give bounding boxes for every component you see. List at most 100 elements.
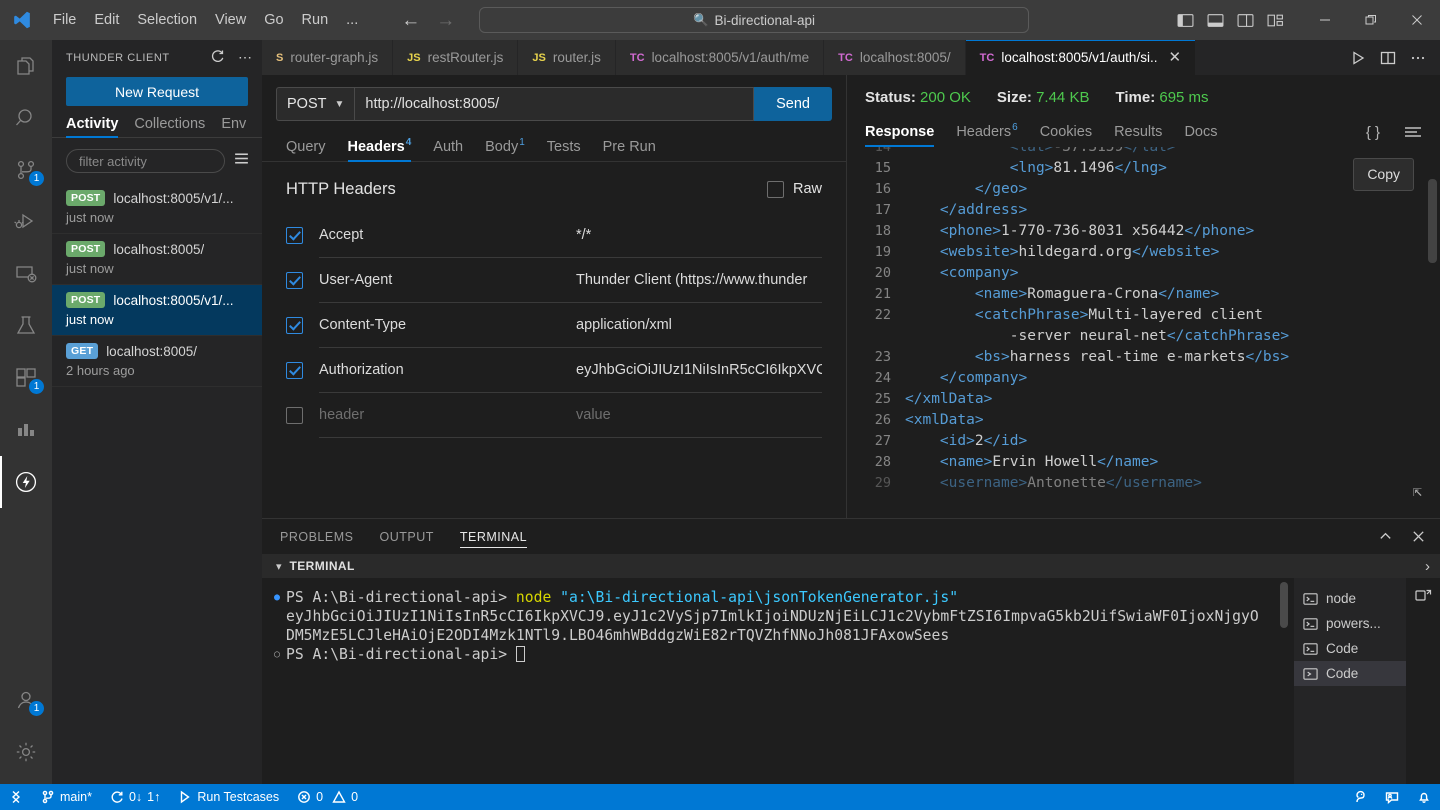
header-enabled-checkbox[interactable] [286, 361, 303, 379]
status-remote-indicator[interactable] [0, 784, 32, 810]
header-key-input[interactable]: User-Agent [319, 258, 562, 303]
toggle-primary-sidebar-icon[interactable] [1177, 12, 1194, 29]
terminal-shell-code-1[interactable]: Code [1294, 636, 1406, 661]
response-tab-cookies[interactable]: Cookies [1040, 124, 1092, 147]
activitybar-item-settings[interactable] [0, 726, 52, 778]
run-icon[interactable] [1350, 50, 1366, 66]
filter-lines-icon[interactable] [233, 150, 250, 172]
more-actions-icon[interactable]: ⋯ [234, 49, 256, 66]
activitybar-item-search[interactable] [0, 92, 52, 144]
status-squirrel[interactable] [1344, 790, 1376, 804]
activitybar-item-thunder-client[interactable] [0, 456, 52, 508]
request-tab-pre-run[interactable]: Pre Run [603, 139, 656, 162]
activitybar-item-remote-explorer[interactable] [0, 248, 52, 300]
braces-icon[interactable]: { } [1366, 124, 1380, 141]
header-key-input[interactable]: Content-Type [319, 303, 562, 348]
editor-tab-auth-signin[interactable]: TC localhost:8005/v1/auth/si.. ✕ [965, 40, 1196, 75]
sidebar-tab-activity[interactable]: Activity [66, 116, 119, 138]
activitybar-item-run-and-debug[interactable] [0, 196, 52, 248]
request-tab-headers[interactable]: Headers4 [347, 137, 411, 162]
list-item[interactable]: POST localhost:8005/ just now [52, 234, 262, 285]
header-value-input[interactable]: */* [562, 213, 822, 258]
copy-button[interactable]: Copy [1353, 157, 1414, 191]
request-tab-tests[interactable]: Tests [547, 139, 581, 162]
terminal-scrollbar[interactable] [1280, 582, 1288, 628]
activitybar-item-testing[interactable] [0, 300, 52, 352]
editor-tab-router-graph[interactable]: S router-graph.js [262, 40, 394, 75]
response-tab-results[interactable]: Results [1114, 124, 1162, 147]
activitybar-item-source-control[interactable]: 1 [0, 144, 52, 196]
url-input[interactable]: http://localhost:8005/ [354, 87, 755, 121]
arrow-right-icon[interactable]: → [436, 11, 455, 30]
header-enabled-checkbox[interactable] [286, 271, 303, 289]
menu-more[interactable]: ... [337, 8, 367, 32]
header-key-input[interactable]: Accept [319, 213, 562, 258]
header-value-input[interactable]: eyJhbGciOiJIUzI1NiIsInR5cCI6IkpXVC [562, 348, 822, 393]
activitybar-item-explorer[interactable] [0, 40, 52, 92]
resize-handle-icon[interactable]: ⇱ [1413, 481, 1422, 502]
menu-selection[interactable]: Selection [128, 8, 206, 32]
activitybar-item-accounts[interactable]: 1 [0, 674, 52, 726]
header-value-input[interactable]: value [562, 393, 822, 438]
toggle-secondary-sidebar-icon[interactable] [1237, 12, 1254, 29]
request-tab-body[interactable]: Body1 [485, 137, 525, 162]
terminal-output[interactable]: ● PS A:\Bi-directional-api> node "a:\Bi-d… [262, 578, 1294, 784]
editor-tab-localhost-root[interactable]: TC localhost:8005/ [824, 40, 966, 75]
response-tab-docs[interactable]: Docs [1184, 124, 1217, 147]
arrow-left-icon[interactable]: ← [401, 11, 420, 30]
status-run-testcases[interactable]: Run Testcases [169, 784, 288, 810]
response-tab-response[interactable]: Response [865, 124, 935, 147]
menu-view[interactable]: View [206, 8, 255, 32]
activitybar-item-extensions[interactable]: 1 [0, 352, 52, 404]
panel-tab-terminal[interactable]: TERMINAL [459, 519, 528, 554]
response-tab-headers[interactable]: Headers6 [956, 122, 1017, 147]
refresh-icon[interactable] [206, 49, 228, 67]
editor-tab-rest-router[interactable]: JS restRouter.js [393, 40, 519, 75]
close-icon[interactable]: ✕ [1168, 50, 1181, 65]
menu-go[interactable]: Go [255, 8, 292, 32]
method-select[interactable]: POST ▼ [276, 87, 355, 121]
window-close-button[interactable] [1394, 0, 1440, 40]
chevron-up-icon[interactable] [1378, 529, 1393, 544]
menu-file[interactable]: File [44, 8, 85, 32]
chevron-down-icon[interactable]: ▾ [276, 560, 282, 573]
header-enabled-checkbox[interactable] [286, 406, 303, 424]
response-body-viewer[interactable]: 14 <lat>-37.3159</lat> 15 <lng>81.1496</l… [847, 146, 1440, 518]
toggle-panel-icon[interactable] [1207, 12, 1224, 29]
header-key-input[interactable]: Authorization [319, 348, 562, 393]
request-tab-auth[interactable]: Auth [433, 139, 463, 162]
editor-tab-auth-me[interactable]: TC localhost:8005/v1/auth/me [615, 40, 825, 75]
header-key-input[interactable]: header [319, 393, 562, 438]
lines-menu-icon[interactable] [1404, 125, 1422, 139]
header-enabled-checkbox[interactable] [286, 316, 303, 334]
split-terminal-icon[interactable] [1414, 588, 1432, 605]
status-feedback[interactable] [1376, 790, 1408, 804]
window-minimize-button[interactable] [1302, 0, 1348, 40]
sidebar-tab-env[interactable]: Env [221, 116, 246, 138]
list-item[interactable]: GET localhost:8005/ 2 hours ago [52, 336, 262, 387]
list-item[interactable]: POST localhost:8005/v1/... just now [52, 183, 262, 234]
status-branch[interactable]: main* [32, 784, 101, 810]
header-enabled-checkbox[interactable] [286, 226, 303, 244]
send-button[interactable]: Send [754, 87, 832, 121]
editor-tab-router[interactable]: JS router.js [518, 40, 616, 75]
chevron-right-icon[interactable]: › [1425, 558, 1430, 575]
panel-tab-problems[interactable]: PROBLEMS [280, 519, 353, 554]
split-editor-icon[interactable] [1380, 50, 1396, 66]
raw-checkbox[interactable] [766, 180, 784, 198]
request-tab-query[interactable]: Query [286, 139, 326, 162]
list-item[interactable]: POST localhost:8005/v1/... just now [52, 285, 262, 336]
header-value-input[interactable]: application/xml [562, 303, 822, 348]
status-sync[interactable]: 0↓ 1↑ [101, 784, 169, 810]
header-value-input[interactable]: Thunder Client (https://www.thunder [562, 258, 822, 303]
customize-layout-icon[interactable] [1267, 12, 1284, 29]
menu-edit[interactable]: Edit [85, 8, 128, 32]
window-restore-button[interactable] [1348, 0, 1394, 40]
terminal-shell-powershell[interactable]: powers... [1294, 611, 1406, 636]
close-icon[interactable] [1411, 529, 1426, 544]
panel-tab-output[interactable]: OUTPUT [379, 519, 433, 554]
status-problems[interactable]: 0 0 [288, 784, 367, 810]
status-notifications[interactable] [1408, 790, 1440, 804]
sidebar-tab-collections[interactable]: Collections [134, 116, 205, 138]
more-actions-icon[interactable] [1410, 50, 1426, 66]
